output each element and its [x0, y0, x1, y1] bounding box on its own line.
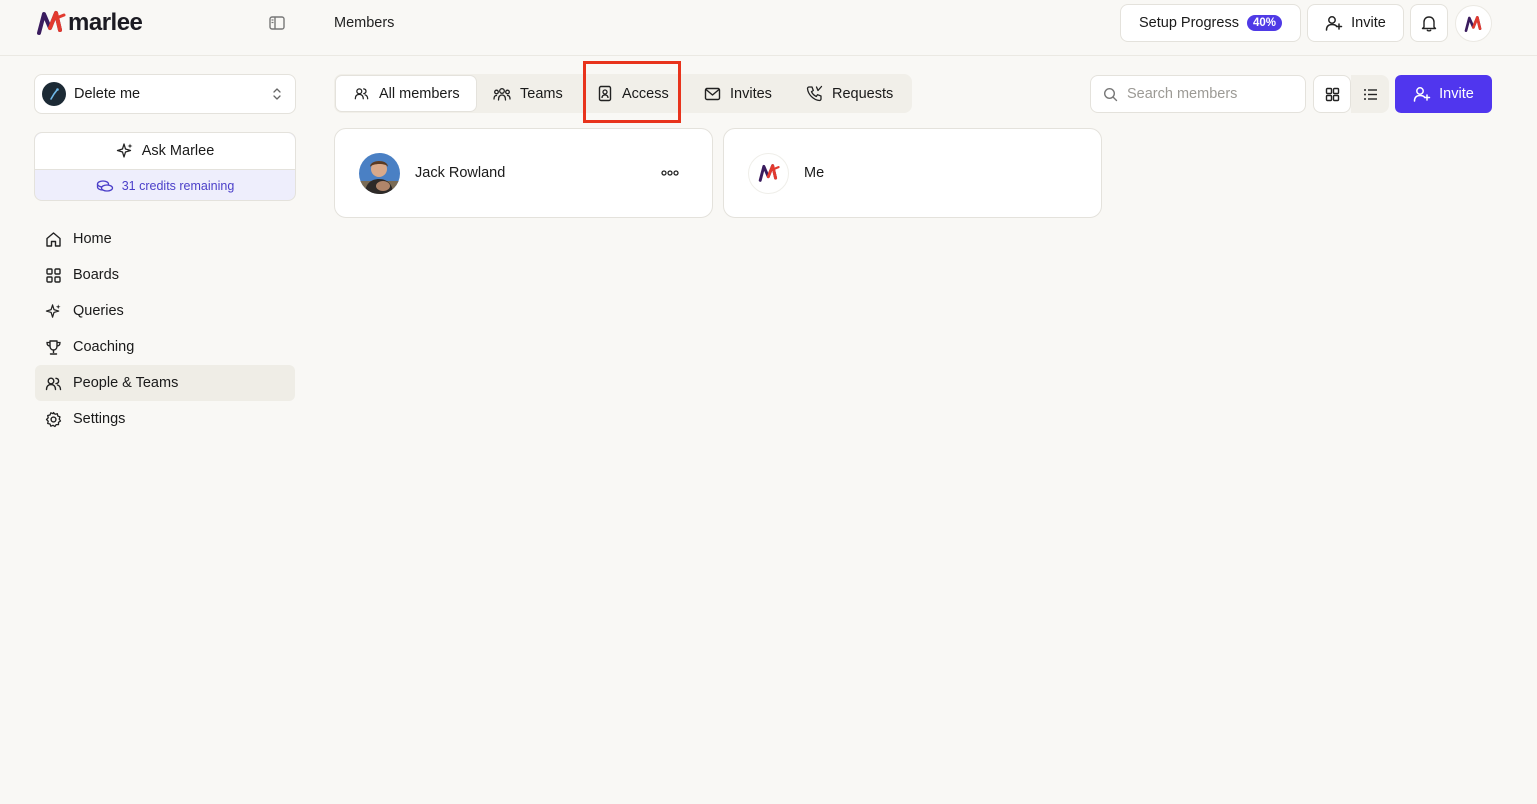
sidebar-item-label: Settings	[73, 411, 126, 427]
badge-icon	[598, 85, 612, 102]
header-invite-button[interactable]: Invite	[1307, 4, 1404, 42]
runner-icon	[50, 88, 59, 100]
sidebar-nav: Home Boards Queries Coaching People & Te…	[35, 221, 295, 437]
setup-progress-button[interactable]: Setup Progress 40%	[1120, 4, 1301, 42]
tab-label: Access	[622, 85, 669, 102]
people-icon	[45, 377, 62, 390]
member-avatar	[359, 152, 400, 194]
sidebar-item-label: Boards	[73, 267, 119, 283]
workspace-avatar	[42, 82, 66, 106]
brand-name: marlee	[68, 9, 143, 36]
bell-icon	[1421, 15, 1437, 31]
ask-marlee-card: Ask Marlee 31 credits remaining	[34, 132, 296, 201]
grid-icon	[46, 267, 61, 283]
sidebar-toggle-icon	[269, 16, 285, 30]
coins-icon	[96, 179, 113, 192]
tab-requests[interactable]: Requests	[806, 74, 893, 113]
tab-label: All members	[379, 85, 460, 102]
tab-label: Invites	[730, 85, 772, 102]
notifications-button[interactable]	[1410, 4, 1448, 42]
member-card[interactable]: Jack Rowland	[334, 128, 713, 218]
trophy-icon	[46, 339, 61, 355]
ask-marlee-button[interactable]: Ask Marlee	[35, 133, 295, 170]
workspace-selector[interactable]: Delete me	[34, 74, 296, 114]
sidebar-item-label: People & Teams	[73, 375, 179, 391]
member-card[interactable]: Me	[723, 128, 1102, 218]
marlee-mark-icon	[1464, 15, 1481, 32]
search-members[interactable]	[1090, 75, 1306, 113]
user-plus-icon	[1413, 87, 1431, 102]
more-horizontal-icon	[661, 170, 679, 176]
search-input[interactable]	[1127, 86, 1287, 102]
tab-label: Teams	[520, 85, 563, 102]
sidebar-item-label: Home	[73, 231, 112, 247]
ask-marlee-label: Ask Marlee	[141, 143, 215, 159]
user-avatar[interactable]	[1455, 5, 1492, 42]
sidebar-item-coaching[interactable]: Coaching	[35, 329, 295, 365]
sidebar-item-label: Coaching	[73, 339, 135, 355]
people-icon	[354, 88, 369, 100]
member-name: Jack Rowland	[415, 165, 506, 181]
sidebar-item-label: Queries	[73, 303, 124, 319]
invite-button-label: Invite	[1439, 86, 1474, 102]
search-icon	[1103, 87, 1118, 101]
tab-access[interactable]: Access	[597, 74, 669, 113]
breadcrumb: Members	[334, 15, 395, 31]
sidebar-item-people-teams[interactable]: People & Teams	[35, 365, 295, 401]
envelope-icon	[704, 87, 721, 100]
member-avatar	[748, 152, 789, 194]
chevron-up-down-icon	[273, 88, 281, 100]
credits-remaining: 31 credits remaining	[35, 170, 295, 200]
sparkle-icon	[116, 143, 133, 158]
invite-button[interactable]: Invite	[1395, 75, 1492, 113]
sidebar-item-home[interactable]: Home	[35, 221, 295, 257]
members-tabs: All members Teams Access Invites Request…	[334, 74, 912, 113]
top-bar: marlee Members Setup Progress 40% Invite	[0, 0, 1537, 56]
grid-icon	[1325, 87, 1339, 101]
home-icon	[46, 231, 61, 247]
marlee-logo[interactable]: marlee	[36, 8, 143, 38]
list-view-button[interactable]	[1351, 75, 1389, 113]
tab-teams[interactable]: Teams	[493, 74, 563, 113]
tab-all-members[interactable]: All members	[335, 75, 477, 112]
member-name: Me	[804, 165, 825, 181]
marlee-mark-icon	[758, 164, 780, 182]
tab-invites[interactable]: Invites	[704, 74, 772, 113]
sidebar-toggle-button[interactable]	[266, 13, 288, 33]
workspace-name: Delete me	[74, 86, 141, 102]
grid-view-button[interactable]	[1313, 75, 1351, 113]
user-plus-icon	[1325, 16, 1343, 31]
setup-progress-label: Setup Progress	[1139, 15, 1239, 31]
list-icon	[1363, 88, 1377, 100]
marlee-mark-icon	[37, 11, 66, 35]
more-options-button[interactable]	[660, 165, 680, 181]
team-icon	[493, 87, 511, 101]
sidebar-item-settings[interactable]: Settings	[35, 401, 295, 437]
header-invite-label: Invite	[1351, 15, 1386, 31]
sidebar-item-boards[interactable]: Boards	[35, 257, 295, 293]
tab-label: Requests	[832, 85, 894, 102]
credits-label: 31 credits remaining	[121, 178, 235, 193]
phone-icon	[806, 85, 823, 102]
sparkle-icon	[45, 303, 61, 318]
setup-progress-badge: 40%	[1246, 15, 1282, 31]
gear-icon	[45, 411, 62, 427]
profile-photo-icon	[359, 152, 400, 194]
sidebar-item-queries[interactable]: Queries	[35, 293, 295, 329]
